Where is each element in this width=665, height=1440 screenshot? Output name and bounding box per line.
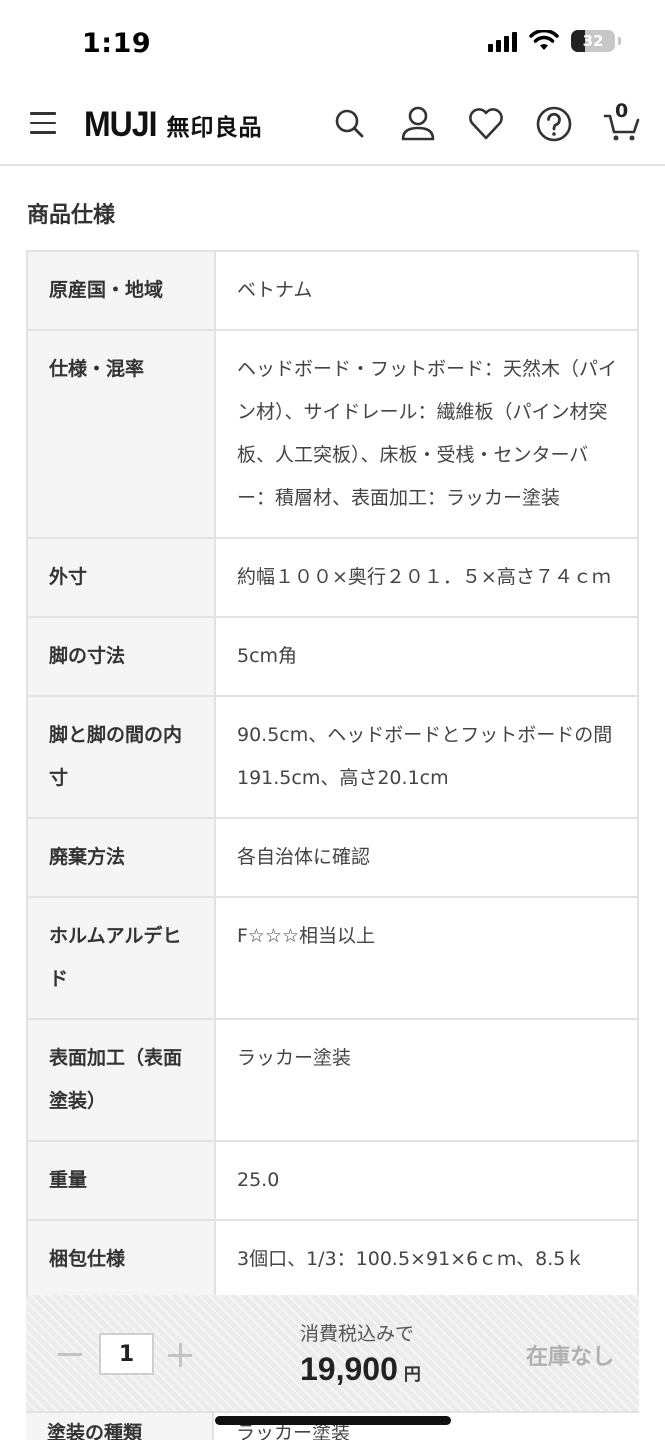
spec-key: 梱包仕様 — [26, 1219, 216, 1300]
help-icon[interactable] — [534, 104, 574, 144]
spec-key: 重量 — [26, 1140, 216, 1221]
spec-value: 90.5cm、ヘッドボードとフットボードの間191.5cm、高さ20.1cm — [214, 695, 639, 819]
spec-row: ホルムアルデヒド F☆☆☆相当以上 — [26, 896, 639, 1020]
spec-value: ラッカー塗装 — [214, 1018, 639, 1142]
heart-icon[interactable] — [466, 104, 506, 144]
spec-row: 脚の寸法 5cm角 — [26, 616, 639, 697]
price: 19,900 円 — [300, 1351, 421, 1388]
spec-value: 約幅１００×奥行２０１．５×高さ７４ｃｍ — [214, 537, 639, 618]
quantity-input[interactable]: 1 — [99, 1333, 154, 1375]
spec-key: 脚の寸法 — [26, 616, 216, 697]
spec-row: 脚と脚の間の内寸 90.5cm、ヘッドボードとフットボードの間191.5cm、高さ… — [26, 695, 639, 819]
wifi-icon — [529, 30, 559, 50]
spec-key: 外寸 — [26, 537, 216, 618]
account-icon[interactable] — [398, 104, 438, 144]
quantity-increment-button[interactable] — [168, 1343, 192, 1367]
status-icons: 32 — [488, 30, 621, 52]
spec-row: 梱包仕様 3個口、1/3：100.5×91×6ｃｍ、8.5ｋ — [26, 1219, 639, 1300]
quantity-decrement-button[interactable] — [58, 1353, 82, 1356]
spec-table: 原産国・地域 ベトナム 仕様・混率 ヘッドボード・フットボード：天然木（パイン材）、… — [26, 250, 639, 1300]
spec-value: F☆☆☆相当以上 — [214, 896, 639, 1020]
logo-en: MUJI — [84, 104, 157, 144]
spec-value: ヘッドボード・フットボード：天然木（パイン材）、サイドレール：繊維板（パイン材突… — [214, 329, 639, 539]
spec-key: 塗装の種類 — [26, 1413, 214, 1440]
logo-ja: 無印良品 — [166, 114, 263, 141]
spec-value: 5cm角 — [214, 616, 639, 697]
price-amount: 19,900 — [300, 1351, 398, 1387]
spec-key: 脚と脚の間の内寸 — [26, 695, 216, 819]
battery-icon: 32 — [571, 30, 615, 52]
site-header: MUJI 無印良品 0 — [0, 86, 665, 166]
spec-key: 廃棄方法 — [26, 817, 216, 898]
spec-row: 外寸 約幅１００×奥行２０１．５×高さ７４ｃｍ — [26, 537, 639, 618]
search-icon[interactable] — [330, 104, 370, 144]
spec-value: 25.0 — [214, 1140, 639, 1221]
spec-key: ホルムアルデヒド — [26, 896, 216, 1020]
home-indicator — [215, 1416, 451, 1425]
price-currency: 円 — [403, 1365, 421, 1385]
spec-key: 原産国・地域 — [26, 250, 216, 331]
spec-value: 各自治体に確認 — [214, 817, 639, 898]
battery-level: 32 — [582, 32, 604, 50]
cart-count: 0 — [615, 100, 629, 122]
spec-row: 原産国・地域 ベトナム — [26, 250, 639, 331]
stock-status: 在庫なし — [526, 1345, 615, 1370]
spec-row: 重量 25.0 — [26, 1140, 639, 1221]
status-time: 1:19 — [82, 28, 152, 59]
menu-icon[interactable] — [30, 112, 56, 136]
tax-label: 消費税込みで — [300, 1323, 415, 1345]
section-title: 商品仕様 — [27, 203, 116, 228]
cart-button[interactable]: 0 — [602, 100, 642, 144]
spec-row: 表面加工（表面塗装） ラッカー塗装 — [26, 1018, 639, 1142]
spec-value: ベトナム — [214, 250, 639, 331]
spec-row: 仕様・混率 ヘッドボード・フットボード：天然木（パイン材）、サイドレール：繊維板（… — [26, 329, 639, 539]
muji-logo[interactable]: MUJI 無印良品 — [84, 104, 263, 144]
purchase-bar: 1 消費税込みで 19,900 円 在庫なし — [26, 1295, 639, 1411]
spec-key: 仕様・混率 — [26, 329, 216, 539]
spec-key: 表面加工（表面塗装） — [26, 1018, 216, 1142]
spec-value: 3個口、1/3：100.5×91×6ｃｍ、8.5ｋ — [214, 1219, 639, 1300]
cellular-signal-icon — [488, 30, 517, 52]
status-bar: 1:19 32 — [0, 0, 665, 86]
spec-row: 廃棄方法 各自治体に確認 — [26, 817, 639, 898]
